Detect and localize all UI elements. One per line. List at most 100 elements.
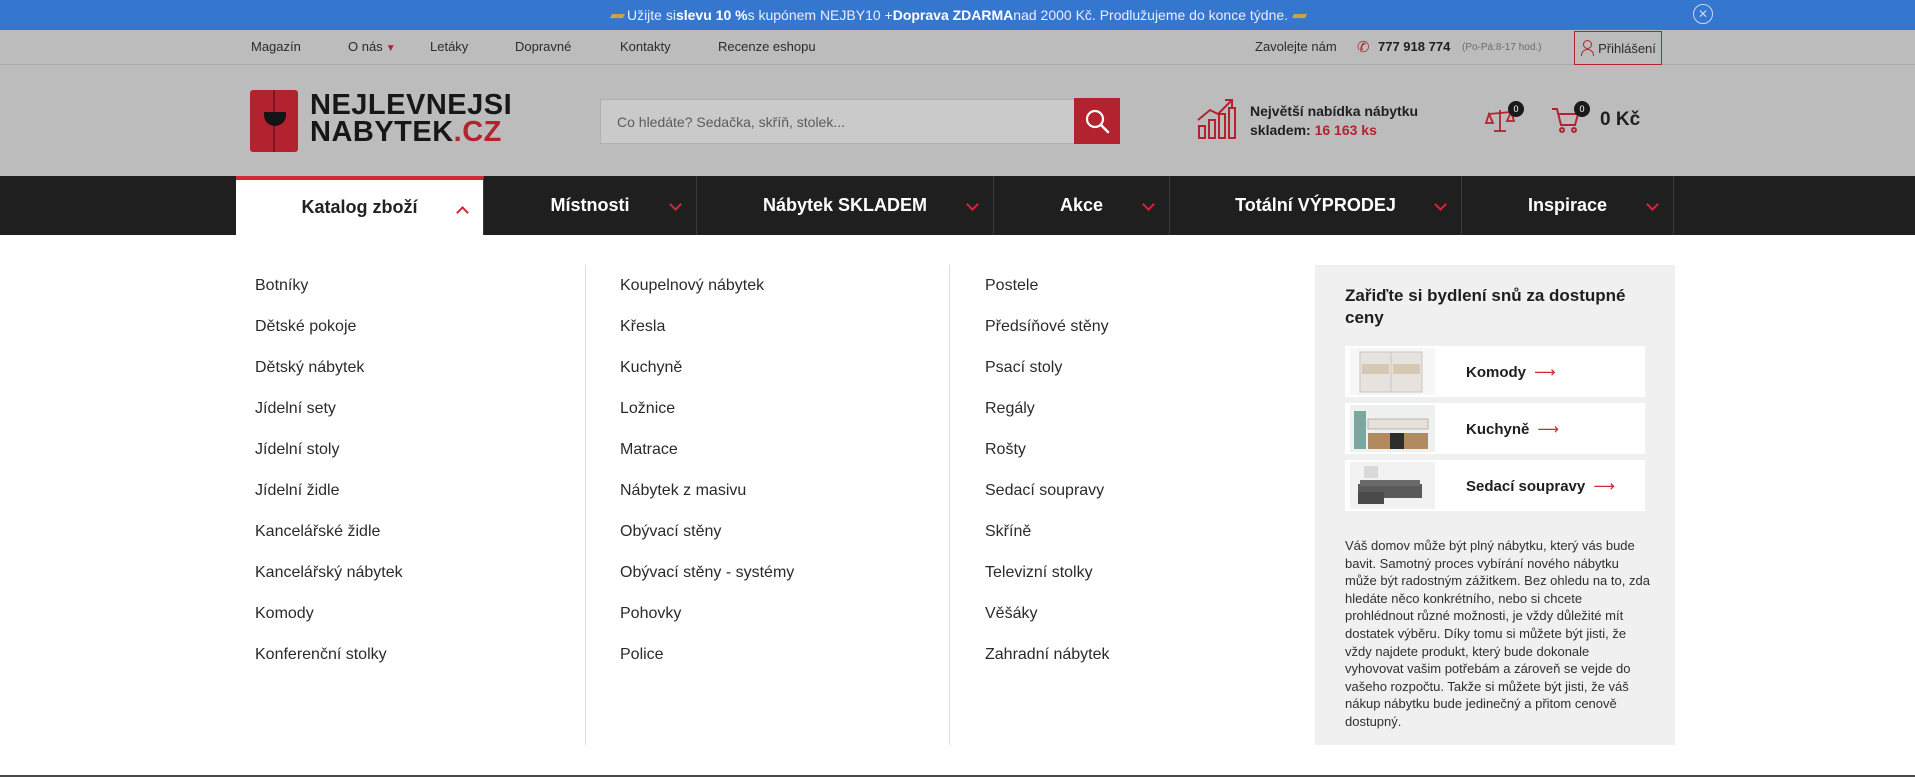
menu-item[interactable]: Police	[620, 634, 794, 675]
topnav-letaky[interactable]: Letáky	[430, 39, 468, 54]
chevron-down-icon	[669, 198, 682, 211]
arrow-right-icon: ⟶	[1593, 478, 1615, 495]
menu-item[interactable]: Jídelní stoly	[255, 429, 403, 470]
kuchyne-image	[1350, 405, 1435, 452]
login-label: Přihlášení	[1598, 40, 1656, 56]
menu-item[interactable]: Ložnice	[620, 388, 794, 429]
login-button[interactable]: Přihlášení	[1574, 31, 1662, 65]
menu-item[interactable]: Předsíňové stěny	[985, 306, 1110, 347]
call-label: Zavolejte nám	[1255, 39, 1337, 54]
promo-text-3: nad 2000 Kč. Prodlužujeme do konce týdne…	[1013, 7, 1289, 23]
chevron-down-icon	[966, 198, 979, 211]
menu-item[interactable]: Nábytek z masivu	[620, 470, 794, 511]
tab-label: Místnosti	[550, 195, 630, 215]
promo-text-2: s kupónem NEJBY10 +	[747, 7, 893, 23]
menu-item[interactable]: Obývací stěny	[620, 511, 794, 552]
search-button[interactable]	[1074, 98, 1120, 144]
stock-chart-icon	[1197, 99, 1236, 139]
menu-item[interactable]: Dětské pokoje	[255, 306, 403, 347]
menu-column-2: Koupelnový nábytek Křesla Kuchyně Ložnic…	[620, 265, 794, 675]
menu-item[interactable]: Konferenční stolky	[255, 634, 403, 675]
menu-item[interactable]: Regály	[985, 388, 1110, 429]
promo-text-1: Užijte si	[626, 7, 676, 23]
tab-inspirace[interactable]: Inspirace	[1462, 176, 1674, 235]
menu-item[interactable]: Televizní stolky	[985, 552, 1110, 593]
menu-item[interactable]: Botníky	[255, 265, 403, 306]
topnav-o-nas-label: O nás	[348, 39, 383, 54]
menu-item[interactable]: Rošty	[985, 429, 1110, 470]
category-card-kuchyne[interactable]: Kuchyně ⟶	[1345, 403, 1645, 454]
category-label: Komody ⟶	[1466, 364, 1556, 381]
menu-item[interactable]: Dětský nábytek	[255, 347, 403, 388]
stock-line-1: Největší nabídka nábytku	[1250, 103, 1419, 119]
inspiration-title: Zařiďte si bydlení snů za dostupné ceny	[1345, 286, 1626, 327]
menu-item[interactable]: Křesla	[620, 306, 794, 347]
topnav-kontakty[interactable]: Kontakty	[620, 39, 671, 54]
promo-discount: slevu 10 %	[675, 7, 748, 23]
chevron-down-icon	[1142, 198, 1155, 211]
menu-item[interactable]: Jídelní židle	[255, 470, 403, 511]
menu-item[interactable]: Jídelní sety	[255, 388, 403, 429]
site-logo[interactable]: NEJLEVNEJSI NABYTEK.CZ	[250, 90, 512, 152]
tab-label: Inspirace	[1527, 195, 1608, 215]
menu-item[interactable]: Matrace	[620, 429, 794, 470]
topnav-dopravne[interactable]: Dopravné	[515, 39, 571, 54]
tab-mistnosti[interactable]: Místnosti	[484, 176, 697, 235]
search-icon	[1085, 109, 1110, 134]
menu-item[interactable]: Kancelářské židle	[255, 511, 403, 552]
logo-text: NEJLEVNEJSI NABYTEK.CZ	[310, 89, 513, 148]
menu-item[interactable]: Sedací soupravy	[985, 470, 1110, 511]
user-icon	[1580, 40, 1595, 56]
menu-item[interactable]: Postele	[985, 265, 1110, 306]
flag-icon: ▰▰	[1292, 9, 1307, 22]
menu-item[interactable]: Kancelářský nábytek	[255, 552, 403, 593]
promo-bar: ▰▰ Užijte si slevu 10 % s kupónem NEJBY1…	[0, 0, 1915, 30]
tab-akce[interactable]: Akce	[994, 176, 1170, 235]
phone-icon: ✆	[1357, 39, 1370, 56]
close-icon[interactable]: ✕	[1693, 4, 1713, 24]
category-card-komody[interactable]: Komody ⟶	[1345, 346, 1645, 397]
stock-info: Největší nabídka nábytku skladem: 16 163…	[1250, 102, 1418, 140]
menu-column-1: Botníky Dětské pokoje Dětský nábytek Jíd…	[255, 265, 403, 675]
flag-icon: ▰▰	[610, 9, 625, 22]
menu-item[interactable]: Psací stoly	[985, 347, 1110, 388]
menu-item[interactable]: Zahradní nábytek	[985, 634, 1110, 675]
menu-item[interactable]: Kuchyně	[620, 347, 794, 388]
category-label: Kuchyně ⟶	[1466, 421, 1559, 438]
menu-item[interactable]: Komody	[255, 593, 403, 634]
chevron-up-icon	[456, 206, 469, 219]
promo-shipping: Doprava ZDARMA	[892, 7, 1014, 23]
topnav-recenze[interactable]: Recenze eshopu	[718, 39, 816, 54]
cart-button[interactable]: 0	[1551, 101, 1590, 134]
menu-item[interactable]: Věšáky	[985, 593, 1110, 634]
topnav-o-nas[interactable]: O nás ▼	[348, 39, 396, 54]
tab-label: Akce	[1059, 195, 1104, 215]
menu-item[interactable]: Koupelnový nábytek	[620, 265, 794, 306]
cart-total[interactable]: 0 Kč	[1600, 109, 1640, 131]
topnav-magazin[interactable]: Magazín	[251, 39, 301, 54]
tab-katalog-zbozi[interactable]: Katalog zboží	[236, 176, 484, 235]
category-card-sedaci-soupravy[interactable]: Sedací soupravy ⟶	[1345, 460, 1645, 511]
chevron-down-icon: ▼	[385, 43, 396, 54]
phone-number[interactable]: 777 918 774	[1378, 39, 1450, 54]
column-divider	[585, 265, 586, 745]
tab-nabytek-skladem[interactable]: Nábytek SKLADEM	[697, 176, 994, 235]
tab-label: Katalog zboží	[301, 197, 418, 217]
column-divider	[949, 265, 950, 745]
sedaci-soupravy-image	[1350, 462, 1435, 509]
phone-hours: (Po-Pá:8-17 hod.)	[1462, 42, 1542, 53]
komody-image	[1350, 348, 1435, 395]
compare-count: 0	[1508, 101, 1524, 117]
menu-item[interactable]: Obývací stěny - systémy	[620, 552, 794, 593]
menu-column-3: Postele Předsíňové stěny Psací stoly Reg…	[985, 265, 1110, 675]
logo-mark	[250, 90, 298, 152]
search-input[interactable]	[601, 100, 1076, 143]
tab-totalni-vyprodej[interactable]: Totální VÝPRODEJ	[1170, 176, 1462, 235]
compare-button[interactable]: 0	[1484, 101, 1524, 134]
tab-label: Nábytek SKLADEM	[762, 195, 928, 215]
arrow-right-icon: ⟶	[1534, 364, 1556, 381]
menu-item[interactable]: Pohovky	[620, 593, 794, 634]
menu-item[interactable]: Skříně	[985, 511, 1110, 552]
search-box	[600, 99, 1076, 144]
chevron-down-icon	[1646, 198, 1659, 211]
